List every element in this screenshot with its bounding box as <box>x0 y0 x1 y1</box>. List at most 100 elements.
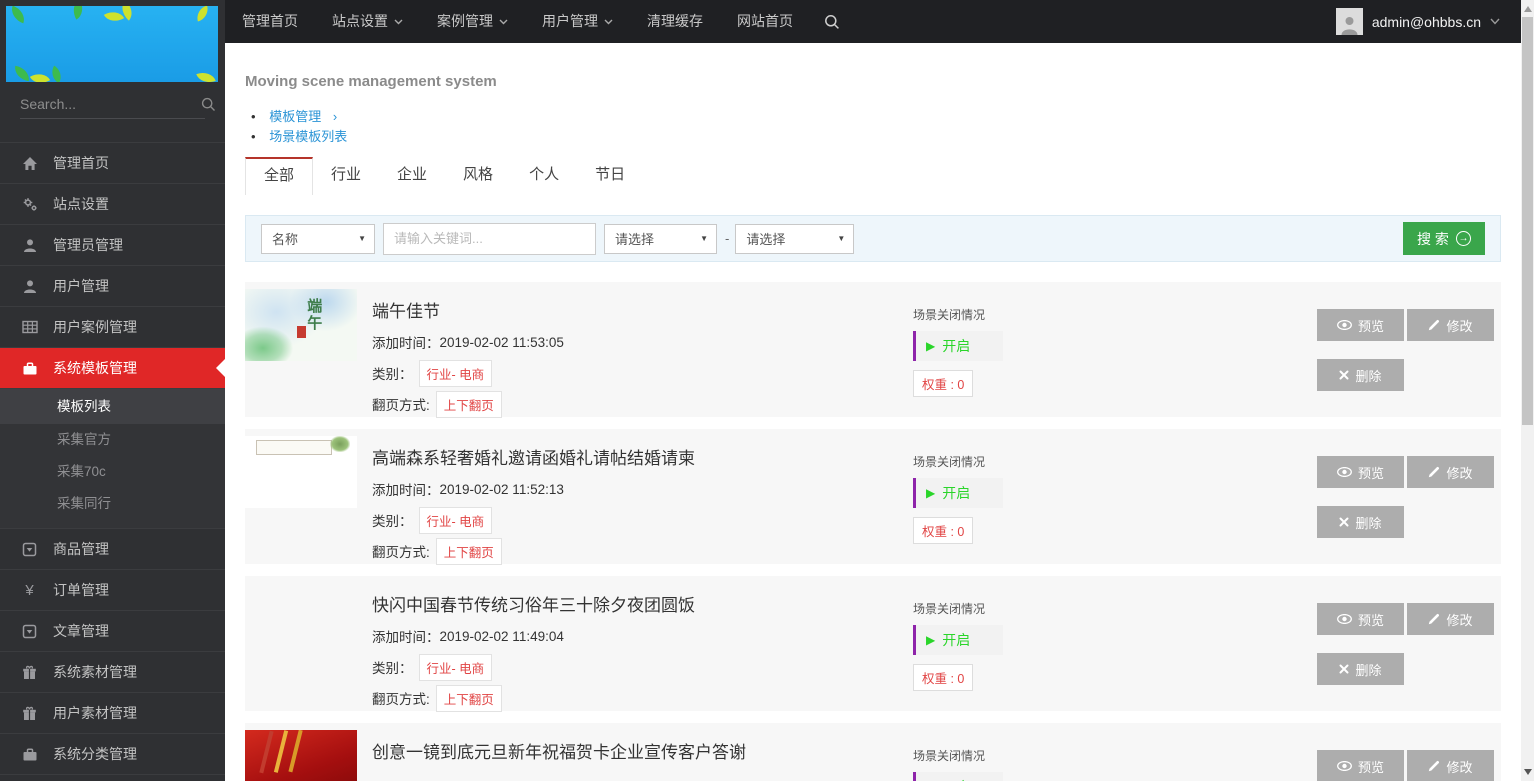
template-info: 端午佳节 添加时间： 2019-02-02 11:53:05 类别： 行业- 电商 … <box>372 300 564 418</box>
edit-button[interactable]: 修改 <box>1407 750 1494 781</box>
weight-badge: 权重 : 0 <box>913 370 974 397</box>
open-toggle-button[interactable]: ▶开启 <box>913 478 1003 508</box>
filter-select-to[interactable]: 请选择 ▼ <box>735 223 855 254</box>
flip-mode-label: 翻页方式: <box>372 692 430 707</box>
nav-item-label: 清理缓存 <box>647 13 703 29</box>
preview-button[interactable]: 预览 <box>1317 750 1404 781</box>
nav-item-case-management[interactable]: 案例管理 <box>420 0 525 43</box>
tab-festival[interactable]: 节日 <box>577 157 643 195</box>
sidebar-subitem-collect-official[interactable]: 采集官方 <box>0 424 225 456</box>
sidebar-search-input[interactable] <box>20 96 201 112</box>
preview-button[interactable]: 预览 <box>1317 309 1404 341</box>
delete-button[interactable]: 删除 <box>1317 506 1404 538</box>
added-time-label: 添加时间： <box>372 483 440 498</box>
x-icon <box>1339 370 1349 380</box>
tab-industry[interactable]: 行业 <box>313 157 379 195</box>
sidebar-item-system-material-management[interactable]: 系统素材管理 <box>0 652 225 693</box>
sidebar-item-label: 用户管理 <box>53 277 109 294</box>
nav-item-admin-home[interactable]: 管理首页 <box>225 0 315 43</box>
nav-item-site-settings[interactable]: 站点设置 <box>315 0 420 43</box>
home-icon <box>21 156 38 171</box>
sidebar-item-order-management[interactable]: ¥ 订单管理 <box>0 570 225 611</box>
search-button[interactable]: 搜 索 → <box>1403 222 1485 255</box>
delete-button[interactable]: 删除 <box>1317 653 1404 685</box>
nav-item-user-management[interactable]: 用户管理 <box>525 0 630 43</box>
sidebar-item-admin-home[interactable]: 管理首页 <box>0 143 225 184</box>
template-thumbnail[interactable] <box>245 436 357 508</box>
template-thumbnail[interactable]: 端午 <box>245 289 357 361</box>
nav-item-clear-cache[interactable]: 清理缓存 <box>630 0 720 43</box>
breadcrumb-link-template-management[interactable]: 模板管理 <box>269 109 321 124</box>
scrollbar-thumb[interactable] <box>1522 17 1533 425</box>
template-title[interactable]: 快闪中国春节传统习俗年三十除夕夜团圆饭 <box>372 594 695 618</box>
tab-enterprise[interactable]: 企业 <box>379 157 445 195</box>
sidebar-item-label: 商品管理 <box>53 540 109 557</box>
button-label: 预览 <box>1357 318 1384 334</box>
edit-button[interactable]: 修改 <box>1407 603 1494 635</box>
edit-button[interactable]: 修改 <box>1407 456 1494 488</box>
template-title[interactable]: 端午佳节 <box>372 300 564 324</box>
sidebar-item-site-settings[interactable]: 站点设置 <box>0 184 225 225</box>
scrollbar-down-arrow-icon[interactable] <box>1524 769 1532 775</box>
tab-all[interactable]: 全部 <box>245 157 314 195</box>
sidebar-subitem-template-list[interactable]: 模板列表 <box>0 389 225 424</box>
sidebar-item-user-material-management[interactable]: 用户素材管理 <box>0 693 225 734</box>
category-tabs: 全部 行业 企业 风格 个人 节日 <box>245 157 1501 195</box>
template-title[interactable]: 创意一镜到底元旦新年祝福贺卡企业宣传客户答谢 <box>372 741 746 765</box>
leaf-decoration <box>29 68 51 82</box>
sidebar-item-product-management[interactable]: 商品管理 <box>0 529 225 570</box>
user-menu[interactable]: admin@ohbbs.cn <box>1335 8 1534 35</box>
nav-search-icon[interactable] <box>810 14 854 30</box>
sidebar-item-user-management[interactable]: 用户管理 <box>0 266 225 307</box>
scene-status: 场景关闭情况 ▶ 开启 权重 : 0 <box>913 453 1003 544</box>
preview-button[interactable]: 预览 <box>1317 456 1404 488</box>
tab-personal[interactable]: 个人 <box>511 157 577 195</box>
breadcrumb-link-scene-template-list[interactable]: 场景模板列表 <box>269 129 347 144</box>
sidebar-item-article-management[interactable]: 文章管理 <box>0 611 225 652</box>
brand-logo <box>6 6 218 82</box>
scene-status-label: 场景关闭情况 <box>913 308 986 322</box>
open-label: 开启 <box>942 485 971 501</box>
chevron-down-icon <box>499 19 508 25</box>
sidebar-subitem-collect-70c[interactable]: 采集70c <box>0 456 225 488</box>
scrollbar-up-arrow-icon[interactable] <box>1524 6 1532 12</box>
sidebar-subitem-collect-peers[interactable]: 采集同行 <box>0 488 225 520</box>
chevron-down-icon <box>394 19 403 25</box>
open-toggle-button[interactable]: ▶开启 <box>913 625 1003 655</box>
template-title[interactable]: 高端森系轻奢婚礼邀请函婚礼请帖结婚请柬 <box>372 447 695 471</box>
open-toggle-button[interactable]: ▶开启 <box>913 772 1003 781</box>
button-label: 预览 <box>1357 612 1384 628</box>
template-list: 端午 端午佳节 添加时间： 2019-02-02 11:53:05 类别： 行业- … <box>245 282 1501 781</box>
leaf-decoration <box>8 6 28 24</box>
category-badge: 行业- 电商 <box>418 506 493 534</box>
sidebar-item-system-template-management[interactable]: 系统模板管理 <box>0 348 225 389</box>
preview-button[interactable]: 预览 <box>1317 603 1404 635</box>
button-label: 预览 <box>1357 759 1384 775</box>
template-list-item: 端午 端午佳节 添加时间： 2019-02-02 11:53:05 类别： 行业- … <box>245 282 1501 418</box>
template-info: 创意一镜到底元旦新年祝福贺卡企业宣传客户答谢 <box>372 741 746 765</box>
sidebar-item-user-case-management[interactable]: 用户案例管理 <box>0 307 225 348</box>
breadcrumb-separator: › <box>332 109 338 124</box>
sidebar-item-label: 站点设置 <box>53 195 109 212</box>
button-label: 删除 <box>1355 662 1382 678</box>
pencil-icon <box>1428 760 1440 772</box>
delete-button[interactable]: 删除 <box>1317 359 1404 391</box>
button-label: 修改 <box>1446 612 1473 628</box>
pencil-icon <box>1428 319 1440 331</box>
template-thumbnail[interactable]: 元旦 <box>245 730 357 781</box>
template-list-item: 高端森系轻奢婚礼邀请函婚礼请帖结婚请柬 添加时间： 2019-02-02 11:5… <box>245 429 1501 565</box>
sidebar-item-system-category-management[interactable]: 系统分类管理 <box>0 734 225 775</box>
nav-item-label: 管理首页 <box>242 13 298 29</box>
search-icon[interactable] <box>201 97 216 112</box>
filter-keyword-input[interactable] <box>383 222 596 255</box>
vertical-scrollbar[interactable] <box>1521 0 1534 781</box>
select-arrow-icon: ▼ <box>700 234 708 243</box>
sidebar-item-admin-management[interactable]: 管理员管理 <box>0 225 225 266</box>
open-toggle-button[interactable]: ▶开启 <box>913 331 1003 361</box>
edit-button[interactable]: 修改 <box>1407 309 1494 341</box>
x-icon <box>1339 517 1349 527</box>
filter-field-select[interactable]: 名称 ▼ <box>261 223 375 254</box>
nav-item-site-home[interactable]: 网站首页 <box>720 0 810 43</box>
filter-select-from[interactable]: 请选择 ▼ <box>604 223 717 254</box>
tab-style[interactable]: 风格 <box>445 157 511 195</box>
